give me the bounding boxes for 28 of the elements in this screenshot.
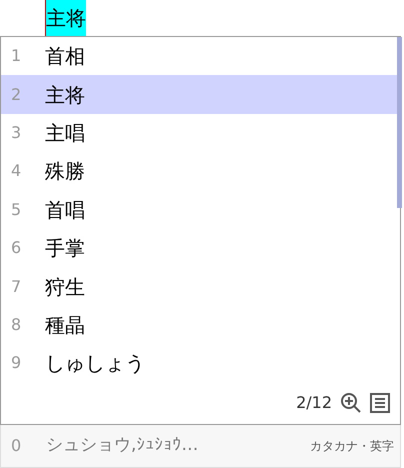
composition-text: 主将 bbox=[45, 0, 86, 36]
candidate-row[interactable]: 2 主将 bbox=[1, 75, 400, 114]
candidate-text: 殊勝 bbox=[45, 158, 85, 186]
candidate-text: 手掌 bbox=[45, 235, 85, 262]
candidate-number: 0 bbox=[10, 435, 22, 457]
candidate-text: 主将 bbox=[45, 82, 85, 109]
candidate-text: 首唱 bbox=[45, 196, 85, 224]
candidate-text: シュショウ,ｼｭｼｮｳ… bbox=[46, 434, 198, 458]
candidate-number: 2 bbox=[10, 84, 22, 106]
zoom-icon[interactable] bbox=[340, 392, 362, 414]
candidate-text: 首相 bbox=[45, 43, 85, 70]
candidate-text: 種晶 bbox=[45, 312, 85, 339]
scrollbar-thumb[interactable] bbox=[397, 37, 402, 208]
candidate-number: 1 bbox=[10, 45, 22, 68]
candidate-hint: カタカナ・英字 bbox=[310, 438, 395, 455]
candidate-number: 4 bbox=[10, 160, 22, 182]
candidate-text: 主唱 bbox=[45, 120, 85, 147]
extra-candidate-row[interactable]: 0 シュショウ,ｼｭｼｮｳ… カタカナ・英字 bbox=[0, 425, 401, 468]
candidate-text: しゅしょう bbox=[45, 350, 145, 378]
candidate-number: 3 bbox=[10, 122, 22, 144]
candidate-text: 狩生 bbox=[45, 274, 85, 301]
candidate-number: 7 bbox=[10, 276, 22, 298]
candidate-number: 8 bbox=[10, 314, 22, 336]
candidate-number: 5 bbox=[10, 198, 22, 221]
candidate-number: 6 bbox=[10, 237, 22, 260]
list-icon[interactable] bbox=[370, 393, 390, 414]
candidate-number: 9 bbox=[10, 352, 22, 374]
page-indicator: 2/12 bbox=[296, 392, 332, 414]
